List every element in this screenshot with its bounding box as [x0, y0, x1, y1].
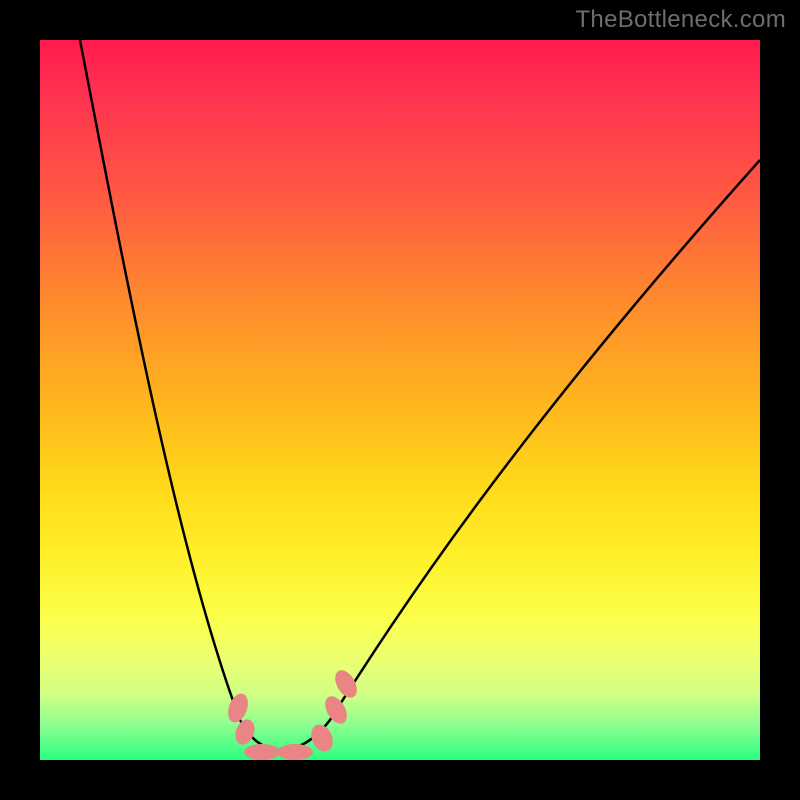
marker-group — [224, 667, 361, 760]
chart-frame: TheBottleneck.com — [0, 0, 800, 800]
bottleneck-curve — [80, 40, 760, 750]
chart-svg — [40, 40, 760, 760]
data-point-marker — [277, 744, 313, 760]
data-point-marker — [331, 667, 362, 702]
data-point-marker — [321, 693, 352, 728]
watermark-text: TheBottleneck.com — [575, 6, 786, 34]
data-point-marker — [244, 744, 280, 760]
